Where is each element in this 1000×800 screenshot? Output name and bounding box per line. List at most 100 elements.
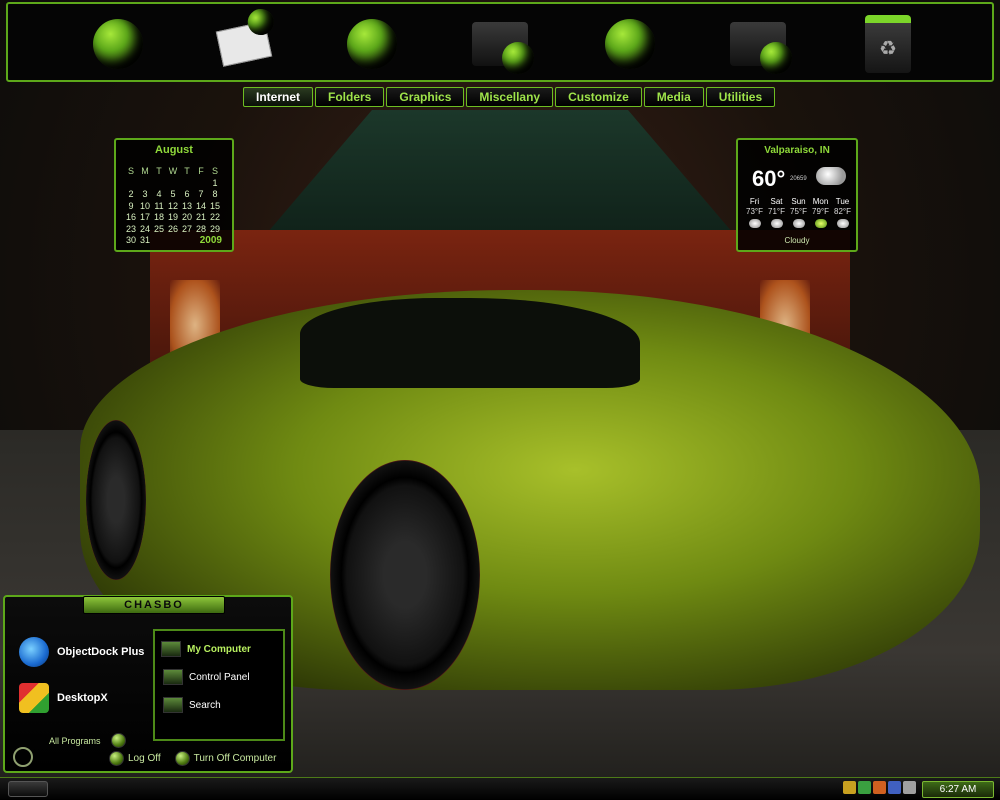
tray-icon[interactable] [843, 781, 856, 794]
settings-icon[interactable] [13, 747, 33, 767]
calendar-day[interactable]: 31 [138, 235, 152, 246]
forecast-high: 73°F [746, 207, 763, 216]
calendar-day[interactable]: 19 [166, 212, 180, 223]
start-menu-panel: CHASBO ObjectDock Plus DesktopX My Compu… [3, 595, 293, 773]
cloud-icon [748, 219, 761, 228]
calendar-day[interactable]: 26 [166, 224, 180, 235]
dock-item-globe[interactable] [342, 14, 402, 74]
menu-customize[interactable]: Customize [555, 87, 642, 107]
launcher-menu-bar: Internet Folders Graphics Miscellany Cus… [243, 87, 776, 107]
pinned-label: ObjectDock Plus [57, 646, 145, 658]
all-programs-label: All Programs [49, 735, 101, 746]
calendar-day[interactable]: 10 [138, 201, 152, 212]
calendar-widget[interactable]: August S M T W T F S 1 2 3 4 5 6 7 8 9 10 11 12 13 14 15 16 17 1… [114, 138, 234, 252]
menu-graphics[interactable]: Graphics [386, 87, 465, 107]
calendar-day-header: S [127, 166, 134, 176]
weather-forecast: Fri 73°F Sat 71°F Sun 75°F Mon 79°F Tue 82°F [744, 197, 853, 228]
weather-condition: Cloudy [784, 236, 810, 245]
dock-item-recycle-bin[interactable]: ♻ [858, 14, 918, 74]
log-off-icon [109, 751, 124, 766]
calendar-day[interactable]: 20 [180, 212, 194, 223]
control-panel-icon [163, 669, 183, 685]
sun-icon [814, 219, 827, 228]
calendar-day [166, 178, 180, 189]
calendar-year: 2009 [199, 235, 222, 246]
calendar-day[interactable]: 7 [194, 189, 208, 200]
calendar-day[interactable]: 27 [180, 224, 194, 235]
place-search[interactable]: Search [163, 697, 221, 713]
forecast-day: Sun 75°F [788, 197, 809, 228]
calendar-day[interactable]: 11 [152, 201, 166, 212]
calendar-day[interactable]: 2 [124, 189, 138, 200]
calendar-day[interactable]: 1 [208, 178, 222, 189]
calendar-day[interactable]: 14 [194, 201, 208, 212]
all-programs[interactable]: All Programs [49, 733, 126, 748]
log-off-button[interactable]: Log Off [109, 751, 161, 766]
globe-icon [347, 19, 397, 69]
forecast-high: 82°F [834, 207, 851, 216]
menu-utilities[interactable]: Utilities [705, 87, 776, 107]
calendar-month: August [155, 144, 193, 156]
calendar-day-header: S [211, 166, 218, 176]
calendar-day[interactable]: 18 [152, 212, 166, 223]
search-icon [163, 697, 183, 713]
calendar-day[interactable]: 4 [152, 189, 166, 200]
calendar-day[interactable]: 25 [152, 224, 166, 235]
system-tray [843, 781, 916, 794]
wallpaper-wheel [330, 460, 480, 690]
mail-globe-icon [215, 6, 277, 67]
power-icon [174, 751, 190, 766]
calendar-day[interactable]: 15 [208, 201, 222, 212]
calendar-day[interactable]: 29 [208, 224, 222, 235]
taskbar: 6:27 AM [0, 777, 1000, 800]
tray-icon[interactable] [873, 781, 886, 794]
menu-folders[interactable]: Folders [315, 87, 385, 107]
recycle-bin-icon: ♻ [865, 15, 911, 73]
calendar-day[interactable]: 22 [208, 212, 222, 223]
calendar-day[interactable]: 9 [124, 201, 138, 212]
taskbar-clock[interactable]: 6:27 AM [922, 781, 994, 798]
calendar-day[interactable]: 13 [180, 201, 194, 212]
pinned-label: DesktopX [57, 692, 108, 704]
menu-miscellany[interactable]: Miscellany [466, 87, 554, 107]
folder-globe-icon [730, 22, 792, 74]
start-button[interactable] [8, 781, 48, 797]
weather-location: Valparaiso, IN [764, 145, 830, 156]
calendar-day[interactable]: 8 [208, 189, 222, 200]
calendar-day[interactable]: 24 [138, 224, 152, 235]
calendar-day[interactable]: 3 [138, 189, 152, 200]
calendar-day[interactable]: 6 [180, 189, 194, 200]
calendar-day[interactable]: 12 [166, 201, 180, 212]
tray-icon[interactable] [903, 781, 916, 794]
turn-off-label: Turn Off Computer [193, 753, 277, 764]
weather-widget[interactable]: Valparaiso, IN 60° 20659 Fri 73°F Sat 71°F S… [736, 138, 858, 252]
turn-off-button[interactable]: Turn Off Computer [174, 751, 277, 766]
calendar-day[interactable]: 28 [194, 224, 208, 235]
cloud-icon [816, 167, 846, 185]
menu-internet[interactable]: Internet [243, 87, 314, 107]
place-control-panel[interactable]: Control Panel [163, 669, 250, 685]
calendar-day[interactable]: 17 [138, 212, 152, 223]
dock-item-folder[interactable] [728, 14, 792, 74]
start-menu-title: CHASBO [83, 596, 225, 614]
tray-icon[interactable] [858, 781, 871, 794]
objectdock-icon [19, 637, 49, 667]
calendar-day[interactable]: 16 [124, 212, 138, 223]
calendar-day[interactable]: 5 [166, 189, 180, 200]
cloud-icon [792, 219, 805, 228]
tray-icon[interactable] [888, 781, 901, 794]
pinned-objectdock[interactable]: ObjectDock Plus [19, 637, 144, 667]
forecast-high: 75°F [790, 207, 807, 216]
place-my-computer[interactable]: My Computer [161, 639, 277, 659]
pinned-desktopx[interactable]: DesktopX [19, 683, 108, 713]
wallpaper-car-window [300, 298, 640, 388]
forecast-day-name: Tue [835, 197, 850, 206]
dock-item-globe[interactable] [88, 14, 148, 74]
calendar-day[interactable]: 21 [194, 212, 208, 223]
calendar-day[interactable]: 23 [124, 224, 138, 235]
dock-item-folder[interactable] [470, 14, 534, 74]
dock-item-globe[interactable] [600, 14, 660, 74]
menu-media[interactable]: Media [643, 87, 704, 107]
dock-item-mail[interactable] [214, 6, 277, 74]
calendar-day[interactable]: 30 [124, 235, 138, 246]
